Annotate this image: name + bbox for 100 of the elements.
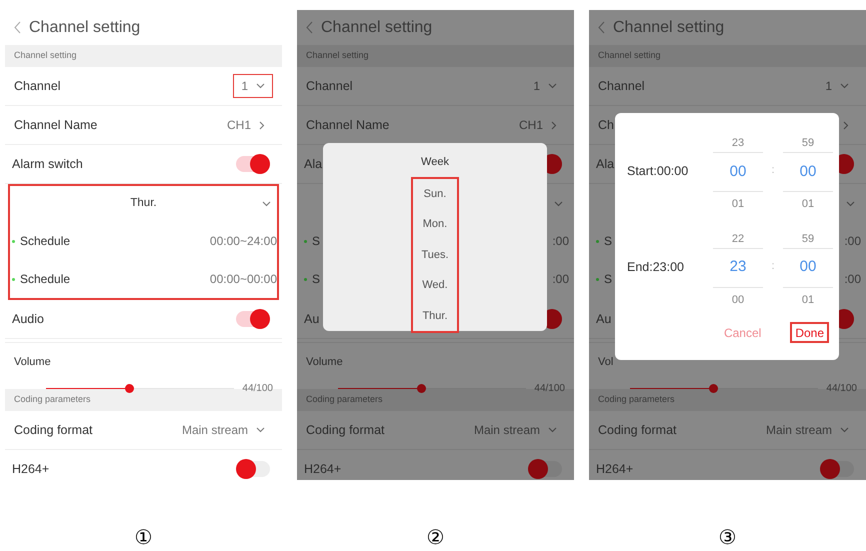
bullet-icon (12, 240, 15, 242)
chevron-down-icon (846, 201, 855, 207)
panel-caption: ② (426, 526, 444, 550)
day-option[interactable]: Wed. (422, 270, 448, 300)
wheel-option[interactable]: 01 (802, 292, 814, 308)
panel-caption: ③ (718, 526, 736, 550)
schedule-label: S (312, 271, 320, 288)
row-label: Ch (598, 116, 614, 134)
day-label[interactable]: Thur. (130, 195, 157, 213)
value-selector[interactable]: 1 (525, 74, 565, 98)
row-label: Ala (596, 156, 614, 173)
page-title: Channel setting (613, 18, 724, 38)
wheel-option[interactable]: 01 (802, 196, 814, 212)
row-label: H264+ (596, 460, 634, 478)
row-label: Vol (598, 356, 614, 368)
toggle-switch[interactable] (236, 156, 270, 172)
dialog-title: Week (421, 155, 449, 170)
schedule-time: 00:00~24:00 (210, 233, 277, 250)
schedule-label: Schedule (20, 271, 70, 288)
chevron-down-icon (262, 201, 271, 207)
chevron-down-icon (554, 201, 563, 207)
wheel-option[interactable]: 00 (732, 292, 744, 308)
wheel-option[interactable]: 01 (732, 196, 744, 212)
section-header: Channel setting (5, 45, 282, 67)
value-selector[interactable]: 1 (817, 74, 857, 98)
schedule-time: :00 (552, 233, 569, 250)
schedule-time: 00:00~00:00 (210, 271, 277, 288)
value-selector[interactable]: CH1 (510, 113, 565, 137)
chevron-down-icon (840, 427, 849, 433)
done-button[interactable]: Done (790, 322, 829, 343)
day-option[interactable]: Sun. (424, 178, 446, 209)
row-label: Ala (304, 156, 322, 173)
toggle-switch[interactable] (236, 311, 270, 327)
bullet-icon (596, 240, 599, 242)
chevron-right-icon (843, 120, 849, 130)
back-icon[interactable] (14, 21, 21, 34)
wheel-option[interactable]: 22 (732, 230, 744, 248)
time-label: Start:00:00 (627, 163, 690, 180)
value-selector[interactable]: 1 (233, 74, 273, 98)
bullet-icon (304, 278, 307, 280)
panel-caption: ① (134, 526, 152, 550)
wheel-value[interactable]: 00 (800, 160, 816, 184)
schedule-label: S (604, 271, 612, 288)
row-label: Coding format (306, 422, 385, 439)
slider-thumb[interactable] (708, 384, 718, 393)
row-label: Au (596, 310, 612, 328)
day-option[interactable]: Thur. (422, 300, 448, 331)
chevron-down-icon (256, 83, 265, 89)
row-label: H264+ (304, 460, 342, 478)
row-label: Coding format (598, 422, 677, 439)
slider-thumb[interactable] (416, 384, 426, 393)
bullet-icon (12, 278, 15, 280)
row-label: Alarm switch (12, 156, 83, 173)
row-label: Coding format (14, 422, 93, 439)
row-label: Au (304, 310, 320, 328)
chevron-right-icon (259, 120, 265, 130)
value-selector[interactable]: CH1 (218, 113, 273, 137)
section-header: Channel setting (297, 45, 574, 67)
value-selector[interactable]: Main stream (758, 418, 857, 442)
wheel-value[interactable]: 00 (730, 160, 746, 184)
row-label: H264+ (12, 460, 50, 478)
schedule-label: S (604, 233, 612, 250)
value-selector[interactable]: Main stream (466, 418, 565, 442)
schedule-label: S (312, 233, 320, 250)
toggle-switch[interactable] (236, 461, 270, 477)
wheel-option[interactable]: 23 (732, 135, 744, 152)
toggle-switch[interactable] (528, 461, 562, 477)
time-separator: : (770, 258, 776, 274)
back-icon[interactable] (306, 21, 313, 34)
chevron-down-icon (548, 427, 557, 433)
back-icon[interactable] (598, 21, 605, 34)
value-selector[interactable]: Main stream (174, 418, 273, 442)
toggle-switch[interactable] (820, 461, 854, 477)
wheel-option[interactable]: 59 (802, 230, 814, 248)
time-separator: : (770, 163, 776, 178)
page-title: Channel setting (29, 18, 140, 38)
wheel-value[interactable]: 23 (730, 256, 746, 279)
schedule-label: Schedule (20, 233, 70, 250)
schedule-time: :00 (552, 271, 569, 288)
row-label: Channel Name (14, 116, 98, 134)
day-option[interactable]: Mon. (422, 209, 448, 240)
bullet-icon (304, 240, 307, 242)
page-title: Channel setting (321, 18, 432, 38)
day-option[interactable]: Tues. (421, 240, 449, 270)
section-header: Channel setting (589, 45, 866, 67)
row-label: Channel (598, 78, 645, 95)
cancel-button[interactable]: Cancel (718, 322, 766, 343)
time-label: End:23:00 (627, 258, 685, 276)
chevron-down-icon (840, 83, 849, 89)
row-label: Volume (306, 356, 343, 368)
slider-thumb[interactable] (124, 384, 134, 393)
wheel-option[interactable]: 59 (802, 135, 814, 152)
schedule-time: :00 (844, 271, 861, 288)
row-label: Channel (14, 78, 61, 95)
chevron-down-icon (256, 427, 265, 433)
row-label: Channel (306, 78, 353, 95)
row-label: Audio (12, 310, 44, 328)
chevron-right-icon (551, 120, 557, 130)
wheel-value[interactable]: 00 (800, 256, 816, 279)
bullet-icon (596, 278, 599, 280)
